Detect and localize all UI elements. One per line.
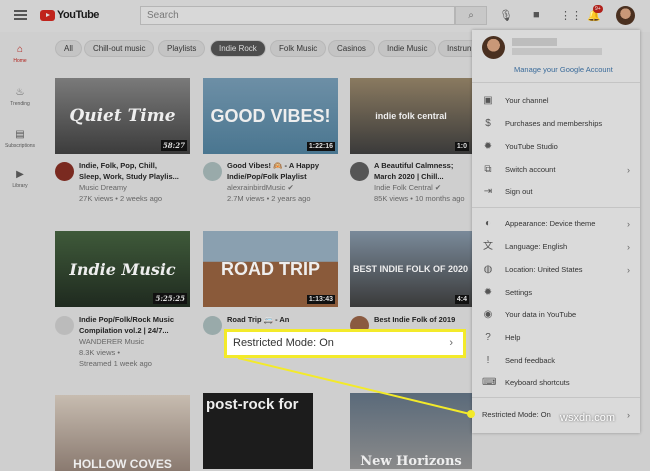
thumbnail-text: New Horizons [360, 454, 462, 469]
callout-connector [237, 357, 475, 418]
thumbnail-text: HOLLOW COVES [73, 457, 172, 471]
watermark: wsxdn.com [560, 412, 616, 424]
callout-label: Restricted Mode: On [233, 337, 334, 349]
restricted-mode-callout[interactable]: Restricted Mode: On › [224, 329, 466, 358]
callout-line [237, 357, 471, 415]
chevron-right-icon: › [449, 337, 453, 349]
callout-dot [467, 410, 475, 418]
